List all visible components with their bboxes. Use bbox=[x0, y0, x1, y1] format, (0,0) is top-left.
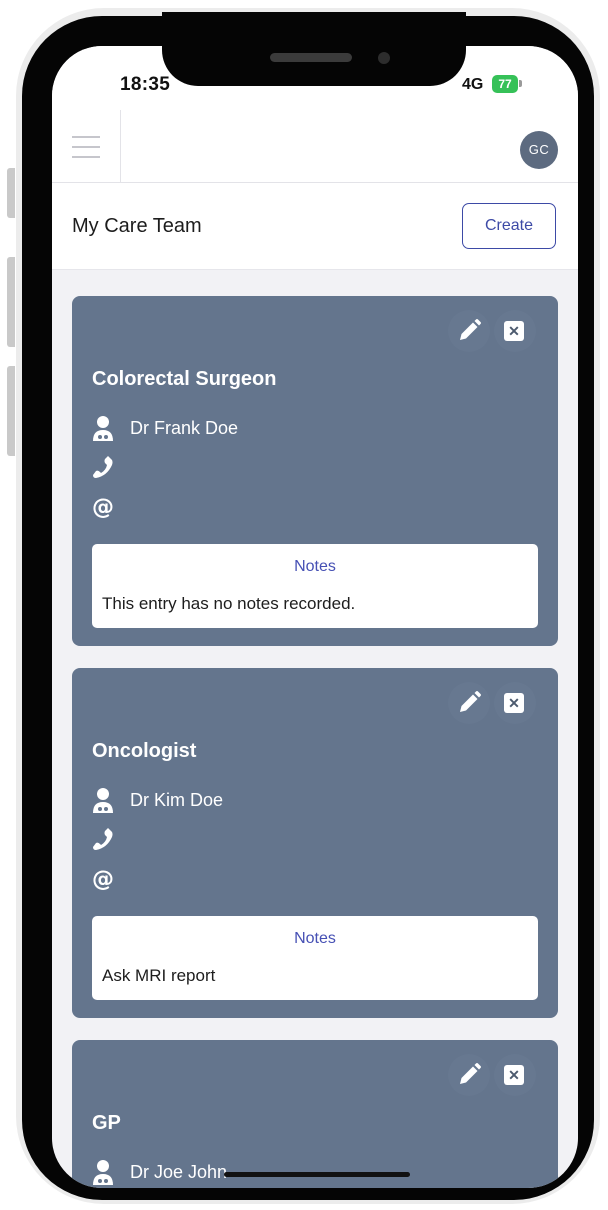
header-divider bbox=[120, 110, 121, 182]
doctor-name: Dr Frank Doe bbox=[130, 418, 239, 438]
pencil-icon bbox=[460, 319, 481, 340]
close-icon: ✕ bbox=[504, 1065, 524, 1085]
notes-text: Ask MRI report bbox=[102, 966, 216, 985]
phone-icon bbox=[93, 456, 113, 478]
at-icon: @ bbox=[92, 495, 114, 520]
battery-icon: 77 bbox=[492, 75, 518, 93]
app-header: GC bbox=[52, 110, 578, 183]
edit-button[interactable] bbox=[448, 682, 490, 724]
avatar[interactable]: GC bbox=[520, 131, 558, 169]
page-title: My Care Team bbox=[72, 215, 202, 237]
phone-volume-up bbox=[7, 257, 15, 347]
svg-text:@: @ bbox=[92, 867, 114, 892]
card-role-title: Oncologist bbox=[92, 740, 197, 762]
phone-icon bbox=[93, 828, 113, 850]
edit-button[interactable] bbox=[448, 310, 490, 352]
notes-box: Notes This entry has no notes recorded. bbox=[92, 544, 538, 628]
card-role-title: GP bbox=[92, 1112, 121, 1134]
notes-text: This entry has no notes recorded. bbox=[102, 594, 356, 613]
hamburger-menu-icon[interactable] bbox=[72, 136, 100, 158]
home-indicator bbox=[224, 1172, 410, 1177]
svg-text:@: @ bbox=[92, 495, 114, 520]
phone-notch bbox=[162, 12, 466, 86]
pencil-icon bbox=[460, 1063, 481, 1084]
care-team-card: ✕ Colorectal Surgeon Dr Frank Doe @ Note… bbox=[72, 296, 558, 646]
page-title-bar: My Care Team Create bbox=[52, 183, 578, 270]
delete-button[interactable]: ✕ bbox=[494, 310, 536, 352]
doctor-name: Dr Joe John bbox=[130, 1162, 228, 1182]
network-indicator: 4G bbox=[462, 76, 484, 93]
close-icon: ✕ bbox=[504, 693, 524, 713]
doctor-name: Dr Kim Doe bbox=[130, 790, 224, 810]
care-team-card: ✕ Oncologist Dr Kim Doe @ Notes Ask MRI … bbox=[72, 668, 558, 1018]
delete-button[interactable]: ✕ bbox=[494, 1054, 536, 1096]
doctor-icon bbox=[93, 416, 113, 441]
battery-tip bbox=[519, 80, 522, 87]
close-icon: ✕ bbox=[504, 321, 524, 341]
phone-screen: 18:35 4G 77 GC My Care Team Create ✕ Col… bbox=[52, 46, 578, 1188]
doctor-icon bbox=[93, 1160, 113, 1185]
status-time: 18:35 bbox=[120, 74, 171, 95]
edit-button[interactable] bbox=[448, 1054, 490, 1096]
notes-heading: Notes bbox=[294, 930, 336, 947]
phone-mute-switch bbox=[7, 168, 15, 218]
pencil-icon bbox=[460, 691, 481, 712]
notes-box: Notes Ask MRI report bbox=[92, 916, 538, 1000]
phone-speaker bbox=[270, 53, 352, 62]
care-team-card: ✕ GP Dr Joe John bbox=[72, 1040, 558, 1188]
phone-camera bbox=[378, 52, 390, 64]
doctor-icon bbox=[93, 788, 113, 813]
notes-heading: Notes bbox=[294, 558, 336, 575]
delete-button[interactable]: ✕ bbox=[494, 682, 536, 724]
card-role-title: Colorectal Surgeon bbox=[92, 368, 277, 390]
create-button[interactable]: Create bbox=[462, 203, 556, 249]
phone-volume-down bbox=[7, 366, 15, 456]
at-icon: @ bbox=[92, 867, 114, 892]
